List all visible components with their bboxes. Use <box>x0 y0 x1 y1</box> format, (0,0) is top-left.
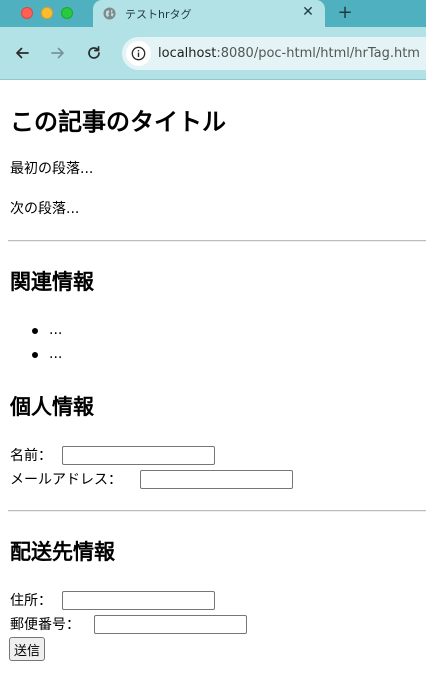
browser-tab[interactable]: テストhrタグ ✕ <box>93 0 325 27</box>
page-title: この記事のタイトル <box>10 108 226 136</box>
zoom-window-button[interactable] <box>61 7 73 19</box>
globe-icon <box>103 7 116 20</box>
paragraph-second: 次の段落... <box>10 201 80 217</box>
list-item-text: ... <box>49 346 63 362</box>
name-input[interactable] <box>62 446 215 465</box>
paragraph-first: 最初の段落... <box>10 161 94 177</box>
submit-button[interactable]: 送信 <box>9 637 46 661</box>
bullet-icon <box>32 328 38 334</box>
url-path: :8080/poc-html/html/hrTag.htm <box>216 46 420 61</box>
related-heading: 関連情報 <box>10 270 94 294</box>
email-input[interactable] <box>140 470 293 489</box>
reload-icon[interactable] <box>86 45 102 61</box>
email-label: メールアドレス： <box>10 472 122 488</box>
address-label: 住所： <box>10 593 52 609</box>
arrow-left-icon[interactable] <box>14 45 30 61</box>
personal-heading: 個人情報 <box>10 395 94 419</box>
url-host: localhost <box>158 46 217 61</box>
minimize-window-button[interactable] <box>41 7 53 19</box>
arrow-right-icon[interactable] <box>50 45 66 61</box>
new-tab-icon[interactable]: + <box>337 4 353 22</box>
name-label: 名前： <box>10 448 52 464</box>
bullet-icon <box>32 352 38 358</box>
postal-code-label: 郵便番号： <box>10 617 80 633</box>
site-info-button[interactable] <box>126 41 151 66</box>
close-window-button[interactable] <box>21 7 33 19</box>
address-bar[interactable]: localhost:8080/poc-html/html/hrTag.htm <box>122 37 426 70</box>
url-text[interactable]: localhost:8080/poc-html/html/hrTag.htm <box>158 46 420 61</box>
browser-window: テストhrタグ ✕ + localhost:8080/poc-html/html… <box>0 0 426 689</box>
shipping-heading: 配送先情報 <box>10 540 115 564</box>
horizontal-rule <box>8 240 426 242</box>
tab-title: テストhrタグ <box>125 8 192 21</box>
close-tab-icon[interactable]: ✕ <box>301 5 315 19</box>
page-content: この記事のタイトル 最初の段落... 次の段落... 関連情報 ... ... … <box>0 80 426 689</box>
list-item-text: ... <box>49 322 63 338</box>
info-icon <box>131 46 146 61</box>
browser-toolbar: localhost:8080/poc-html/html/hrTag.htm <box>0 27 426 79</box>
address-input[interactable] <box>62 591 215 610</box>
postal-code-input[interactable] <box>94 615 247 634</box>
horizontal-rule <box>8 510 426 512</box>
title-bar: テストhrタグ ✕ + <box>0 0 426 27</box>
